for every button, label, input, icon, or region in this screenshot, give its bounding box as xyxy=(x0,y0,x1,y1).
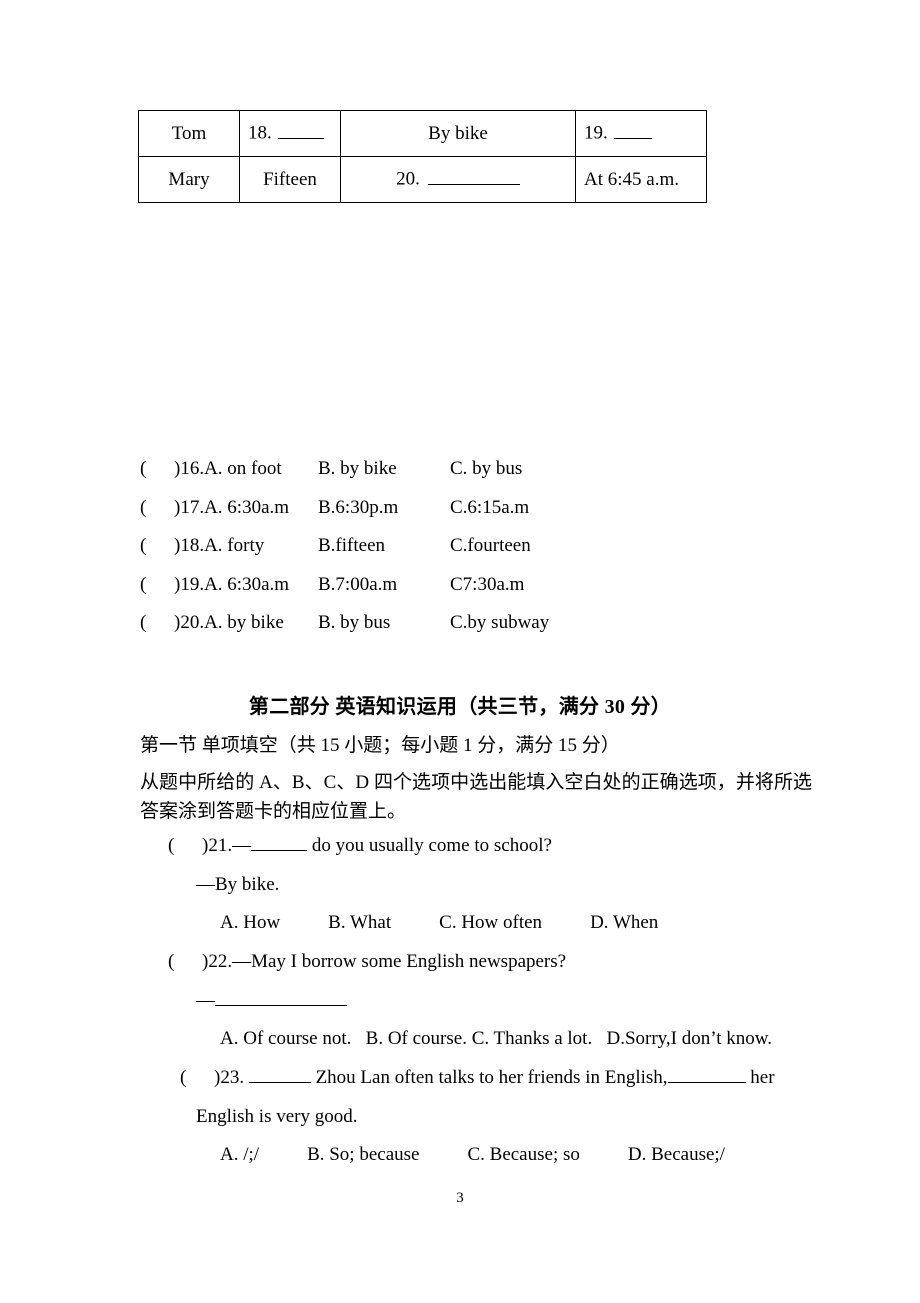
section-one-directions: 从题中所给的 A、B、C、D 四个选项中选出能填入空白处的正确选项，并将所选答案… xyxy=(140,772,812,822)
table-cell-name: Tom xyxy=(138,110,240,157)
listening-choice-17-option-c[interactable]: C.6:15a.m xyxy=(450,497,529,519)
question-22-block: ()22.—May I borrow some English newspape… xyxy=(140,951,900,1067)
question-23-stem-mid: Zhou Lan often talks to her friends in E… xyxy=(310,1067,668,1088)
listening-choice-17-option-a[interactable]: )17.A. 6:30a.m xyxy=(174,497,289,519)
table-cell-age-label: 18. xyxy=(248,122,272,144)
answer-bracket-17[interactable]: ( xyxy=(140,497,174,519)
fill-blank-23a[interactable] xyxy=(248,1067,311,1083)
table-cell-transport-label: 20. xyxy=(396,168,420,190)
question-21-option-a[interactable]: A. How xyxy=(220,912,280,933)
listening-choice-19-option-a[interactable]: )19.A. 6:30a.m xyxy=(174,574,289,596)
question-22-option-b[interactable]: B. Of course. xyxy=(366,1028,467,1049)
question-23-option-a[interactable]: A. /;/ xyxy=(220,1144,259,1165)
question-22-stem[interactable]: ()22.—May I borrow some English newspape… xyxy=(140,951,900,990)
answer-bracket-22[interactable]: ( xyxy=(168,951,202,973)
question-21-options[interactable]: A. How B. What C. How often D. When xyxy=(140,912,900,951)
listening-choice-16-option-b[interactable]: B. by bike xyxy=(318,458,397,480)
question-23-options[interactable]: A. /;/ B. So; because C. Because; so D. Bec… xyxy=(140,1144,900,1183)
question-21-number: )21.— xyxy=(202,835,252,856)
question-21-option-c[interactable]: C. How often xyxy=(439,912,542,933)
fill-blank-21[interactable] xyxy=(251,835,308,851)
fill-blank-23b[interactable] xyxy=(667,1067,746,1083)
listening-choice-row-19[interactable]: ()19.A. 6:30a.m B.7:00a.m C7:30a.m xyxy=(140,574,840,613)
question-22-answer-dash: — xyxy=(196,989,215,1011)
question-22-option-a[interactable]: A. Of course not. xyxy=(220,1028,351,1049)
answer-bracket-23[interactable]: ( xyxy=(180,1067,214,1089)
question-23-stem-second-line: English is very good. xyxy=(196,1105,358,1127)
answer-bracket-16[interactable]: ( xyxy=(140,458,174,480)
table-cell-age: Fifteen xyxy=(239,156,341,203)
listening-choice-row-18[interactable]: ()18.A. forty B.fifteen C.fourteen xyxy=(140,535,840,574)
question-23-option-b[interactable]: B. So; because xyxy=(307,1144,419,1165)
section-one-heading: 第一节 单项填空（共 15 小题；每小题 1 分，满分 15 分） xyxy=(140,735,620,756)
listening-choice-row-17[interactable]: ()17.A. 6:30a.m B.6:30p.m C.6:15a.m xyxy=(140,497,840,536)
table-cell-time-label: 19. xyxy=(584,122,608,144)
listening-choice-row-20[interactable]: ()20.A. by bike B. by bus C.by subway xyxy=(140,612,840,651)
answer-bracket-18[interactable]: ( xyxy=(140,535,174,557)
table-cell-time: 19. xyxy=(575,110,707,157)
table-row: Tom 18. By bike 19. xyxy=(138,110,707,157)
listening-choice-16-option-a[interactable]: )16.A. on foot xyxy=(174,458,282,480)
table-cell-transport: By bike xyxy=(340,110,576,157)
page-number: 3 xyxy=(456,1190,464,1206)
listening-choice-19-option-c[interactable]: C7:30a.m xyxy=(450,574,524,596)
listening-choice-20-option-b[interactable]: B. by bus xyxy=(318,612,390,634)
question-23-stem[interactable]: ()23. Zhou Lan often talks to her friend… xyxy=(140,1067,900,1106)
listening-choice-18-option-a[interactable]: )18.A. forty xyxy=(174,535,264,557)
listening-choice-20-option-c[interactable]: C.by subway xyxy=(450,612,549,634)
listening-choice-row-16[interactable]: ()16.A. on foot B. by bike C. by bus xyxy=(140,458,840,497)
listening-choice-16-option-c[interactable]: C. by bus xyxy=(450,458,522,480)
exam-page: Tom 18. By bike 19. Mary Fifteen 20. At xyxy=(0,0,920,1303)
answer-bracket-19[interactable]: ( xyxy=(140,574,174,596)
question-21-stem[interactable]: ()21.— do you usually come to school? xyxy=(140,835,900,874)
table-cell-name: Mary xyxy=(138,156,240,203)
answer-bracket-21[interactable]: ( xyxy=(168,835,202,857)
table-row: Mary Fifteen 20. At 6:45 a.m. xyxy=(138,156,707,203)
fill-blank-20[interactable] xyxy=(427,168,520,185)
fill-blank-22[interactable] xyxy=(215,990,347,1006)
question-23-option-c[interactable]: C. Because; so xyxy=(467,1144,579,1165)
question-21-option-b[interactable]: B. What xyxy=(328,912,391,933)
part-two-heading: 第二部分 英语知识运用（共三节，满分 30 分） xyxy=(248,696,672,718)
fill-blank-18[interactable] xyxy=(277,122,324,139)
question-21-answer-line: —By bike. xyxy=(196,873,280,895)
question-22-number: )22.—May I borrow some English newspaper… xyxy=(202,951,567,972)
listening-choice-18-option-b[interactable]: B.fifteen xyxy=(318,535,385,557)
listening-choices-block: ()16.A. on foot B. by bike C. by bus ()1… xyxy=(140,458,840,651)
question-23-number: )23. xyxy=(214,1067,245,1088)
question-23-option-d[interactable]: D. Because;/ xyxy=(628,1144,725,1165)
listening-info-table-container: Tom 18. By bike 19. Mary Fifteen 20. At xyxy=(138,110,707,203)
listening-info-table: Tom 18. By bike 19. Mary Fifteen 20. At xyxy=(138,110,707,203)
question-23-stem-tail: her xyxy=(745,1067,775,1088)
table-cell-transport: 20. xyxy=(340,156,576,203)
question-21-stem-text: do you usually come to school? xyxy=(307,835,552,856)
question-21-option-d[interactable]: D. When xyxy=(590,912,658,933)
question-23-block: ()23. Zhou Lan often talks to her friend… xyxy=(140,1067,900,1183)
question-22-option-c[interactable]: C. Thanks a lot. xyxy=(472,1028,593,1049)
listening-choice-17-option-b[interactable]: B.6:30p.m xyxy=(318,497,398,519)
table-cell-time: At 6:45 a.m. xyxy=(575,156,707,203)
fill-blank-19[interactable] xyxy=(613,122,652,139)
answer-bracket-20[interactable]: ( xyxy=(140,612,174,634)
question-22-option-d[interactable]: D.Sorry,I don’t know. xyxy=(606,1028,772,1049)
listening-choice-18-option-c[interactable]: C.fourteen xyxy=(450,535,531,557)
question-22-options[interactable]: A. Of course not. B. Of course. C. Thank… xyxy=(140,1028,900,1067)
question-21-block: ()21.— do you usually come to school? —B… xyxy=(140,835,900,951)
listening-choice-19-option-b[interactable]: B.7:00a.m xyxy=(318,574,397,596)
question-22-answer-line[interactable]: — xyxy=(140,990,900,1029)
table-cell-age: 18. xyxy=(239,110,341,157)
listening-choice-20-option-a[interactable]: )20.A. by bike xyxy=(174,612,284,634)
